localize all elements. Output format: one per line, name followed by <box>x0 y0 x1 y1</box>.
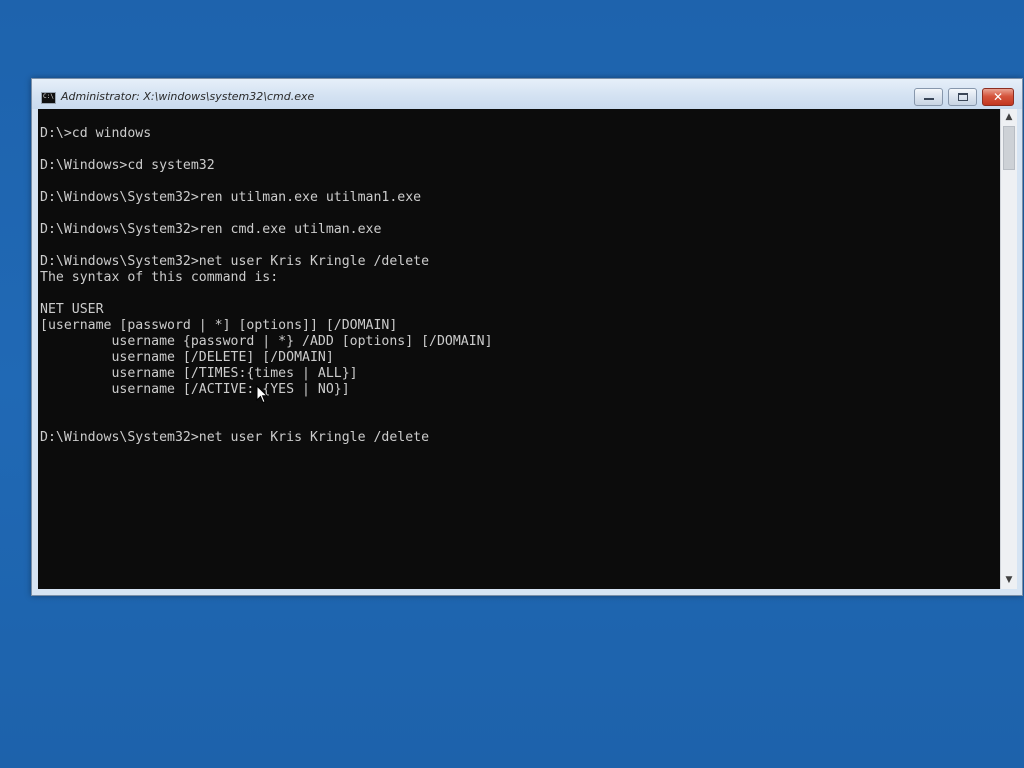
scroll-thumb[interactable] <box>1003 126 1015 170</box>
title-bar[interactable]: Administrator: X:\windows\system32\cmd.e… <box>32 79 1022 109</box>
console-line: The syntax of this command is: <box>40 270 279 285</box>
cmd-window: Administrator: X:\windows\system32\cmd.e… <box>31 78 1023 596</box>
maximize-button[interactable] <box>948 88 977 106</box>
close-icon: ✕ <box>992 90 1004 104</box>
console-line: username {password | *} /ADD [options] [… <box>40 334 493 349</box>
vertical-scrollbar[interactable]: ▲ ▼ <box>1000 109 1017 589</box>
console-line: D:\Windows\System32>net user Kris Kringl… <box>40 254 430 269</box>
mouse-pointer-icon <box>256 385 268 404</box>
console-line: D:\>cd windows <box>40 126 152 141</box>
console-output[interactable]: D:\>cd windows D:\Windows>cd system32 D:\W… <box>38 109 1000 589</box>
console-line: [username [password | *] [options]] [/DO… <box>40 318 398 333</box>
scroll-up-icon[interactable]: ▲ <box>1001 109 1017 126</box>
console-line: D:\Windows\System32>ren cmd.exe utilman.… <box>40 222 382 237</box>
minimize-icon <box>924 98 934 100</box>
desktop: Administrator: X:\windows\system32\cmd.e… <box>0 0 1024 768</box>
minimize-button[interactable] <box>914 88 943 106</box>
console-line: D:\Windows\System32>net user Kris Kringl… <box>40 430 430 445</box>
cmd-icon[interactable] <box>41 92 56 104</box>
console-line: username [/TIMES:{times | ALL}] <box>40 366 358 381</box>
close-button[interactable]: ✕ <box>982 88 1014 106</box>
console-line: D:\Windows\System32>ren utilman.exe util… <box>40 190 422 205</box>
console-line: NET USER <box>40 302 104 317</box>
maximize-icon <box>958 93 968 101</box>
scroll-down-icon[interactable]: ▼ <box>1001 572 1017 589</box>
console-line: username [/DELETE] [/DOMAIN] <box>40 350 334 365</box>
window-title: Administrator: X:\windows\system32\cmd.e… <box>61 90 315 103</box>
console-line: D:\Windows>cd system32 <box>40 158 215 173</box>
